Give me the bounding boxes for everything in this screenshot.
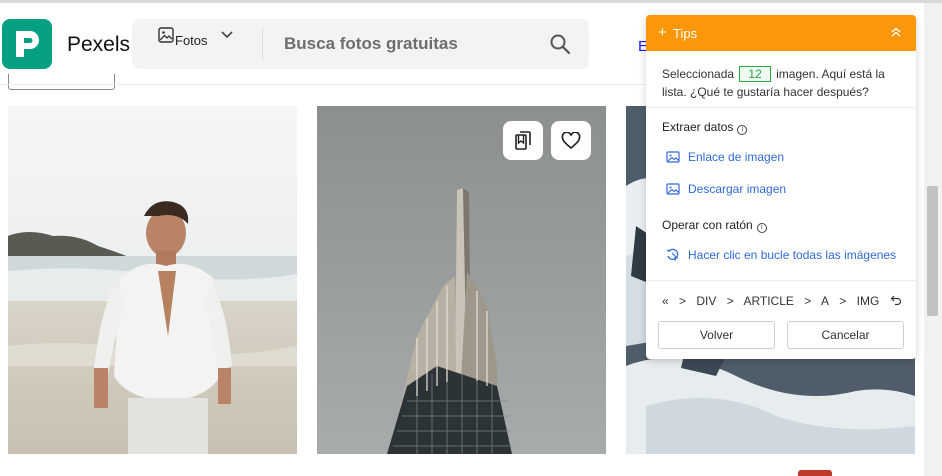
undo-icon[interactable] [890, 294, 902, 306]
pexels-logo[interactable] [2, 19, 52, 69]
tips-title: Tips [673, 26, 698, 41]
cancel-button[interactable]: Cancelar [787, 321, 904, 349]
photo-card-1[interactable] [8, 106, 297, 454]
tips-divider [646, 280, 916, 281]
image-icon [158, 27, 174, 43]
brand-name[interactable]: Pexels [67, 33, 130, 57]
tips-header[interactable]: + Tips [646, 15, 916, 51]
bookmark-icon [515, 130, 531, 150]
extract-section-title: Extraer datos i [662, 120, 748, 135]
chevron-down-icon [221, 31, 233, 39]
media-type-label: Fotos [175, 33, 208, 48]
search-icon[interactable] [549, 33, 571, 55]
loop-click-icon [666, 248, 679, 261]
bottom-badge [798, 470, 832, 476]
back-button[interactable]: Volver [658, 321, 775, 349]
info-icon[interactable]: i [737, 125, 748, 135]
crumb-div[interactable]: DIV [696, 294, 716, 308]
download-image-icon [666, 183, 680, 195]
element-breadcrumb: « > DIV > ARTICLE > A > IMG [662, 294, 902, 308]
pexels-logo-mark [16, 31, 39, 57]
photo-image-1 [8, 106, 297, 454]
selected-count-badge: 12 [739, 66, 771, 82]
tips-divider [646, 107, 916, 108]
download-image-label: Descargar imagen [688, 182, 787, 196]
loop-click-label: Hacer clic en bucle todas las imágenes [688, 248, 897, 262]
header-divider [0, 84, 645, 85]
top-border [0, 0, 942, 3]
crumb-article[interactable]: ARTICLE [743, 294, 793, 308]
mouse-section-title: Operar con ratón i [662, 218, 767, 233]
tips-panel: + Tips Seleccionada 12 imagen. Aquí está… [646, 15, 916, 359]
crumb-a[interactable]: A [821, 294, 829, 308]
search-divider [262, 28, 263, 60]
search-bar: Fotos Busca fotos gratuitas [132, 19, 589, 69]
extract-title-text: Extraer datos [662, 120, 734, 134]
mouse-title-text: Operar con ratón [662, 218, 753, 232]
filter-button[interactable] [8, 74, 115, 90]
like-button[interactable] [551, 121, 591, 160]
collect-button[interactable] [503, 121, 543, 160]
scrollbar-thumb[interactable] [927, 186, 938, 316]
crumb-separator: > [679, 294, 687, 308]
crumb-separator: > [839, 294, 847, 308]
bottom-strip [0, 454, 924, 476]
media-type-select[interactable]: Fotos [132, 19, 260, 69]
crumb-first-button[interactable]: « [662, 294, 669, 308]
collapse-icon[interactable] [889, 25, 903, 39]
plus-icon: + [658, 24, 667, 41]
tips-message: Seleccionada 12 imagen. Aquí está la lis… [662, 65, 902, 101]
crumb-separator: > [804, 294, 812, 308]
search-input[interactable]: Busca fotos gratuitas [284, 34, 458, 54]
heart-icon [561, 131, 581, 149]
page: Pexels Fotos Busca fotos gratuitas E + T… [0, 0, 942, 476]
crumb-separator: > [726, 294, 734, 308]
crumb-img[interactable]: IMG [857, 294, 880, 308]
tips-message-before: Seleccionada [662, 67, 735, 81]
info-icon[interactable]: i [756, 223, 767, 233]
image-link-label: Enlace de imagen [688, 150, 785, 164]
image-link-icon [666, 151, 680, 163]
